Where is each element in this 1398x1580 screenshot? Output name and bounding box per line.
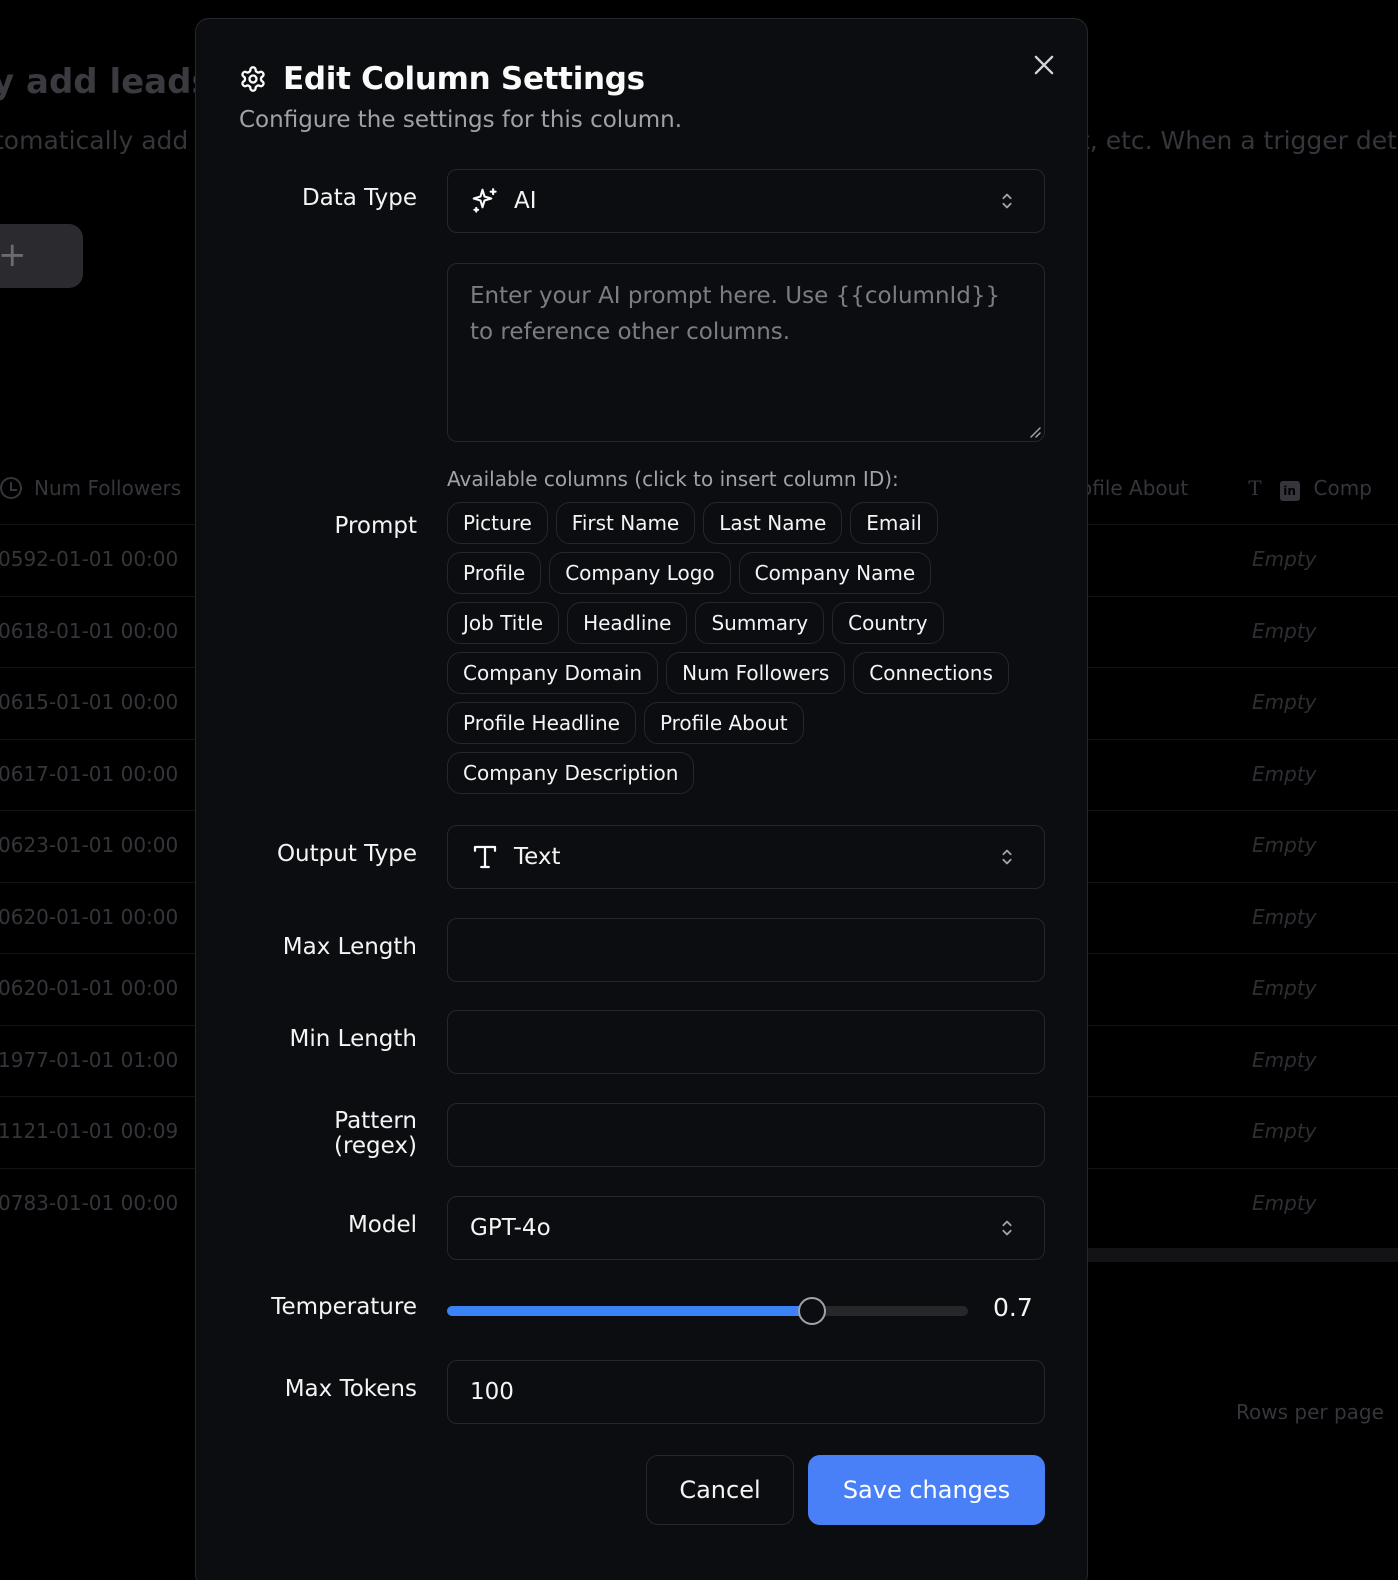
prompt-textarea[interactable]: Enter your AI prompt here. Use {{columnI… bbox=[447, 263, 1045, 442]
column-chip-num-followers[interactable]: Num Followers bbox=[666, 652, 846, 694]
clock-icon bbox=[0, 477, 22, 499]
page-description-right: t, etc. When a trigger det bbox=[1080, 126, 1397, 155]
max-tokens-label: Max Tokens bbox=[284, 1376, 417, 1402]
column-chip-company-name[interactable]: Company Name bbox=[738, 552, 932, 594]
cancel-button[interactable]: Cancel bbox=[646, 1455, 794, 1525]
available-columns-list: Picture First Name Last Name Email Profi… bbox=[447, 502, 1027, 794]
model-select[interactable]: GPT-4o bbox=[447, 1196, 1045, 1260]
dialog-header: Edit Column Settings Configure the setti… bbox=[239, 59, 682, 133]
model-value: GPT-4o bbox=[470, 1215, 551, 1241]
output-type-label: Output Type bbox=[276, 841, 417, 867]
temperature-value: 0.7 bbox=[993, 1293, 1033, 1322]
column-chip-profile[interactable]: Profile bbox=[447, 552, 542, 594]
page-description-left: tomatically add bbox=[0, 126, 189, 155]
page-title: y add leads w bbox=[0, 62, 200, 102]
save-changes-button[interactable]: Save changes bbox=[808, 1455, 1045, 1525]
prompt-placeholder: Enter your AI prompt here. Use {{columnI… bbox=[470, 283, 1001, 345]
add-button: + bbox=[0, 224, 83, 288]
chevrons-up-down-icon bbox=[1002, 193, 1012, 209]
available-columns-label: Available columns (click to insert colum… bbox=[447, 467, 899, 491]
prompt-label: Prompt bbox=[334, 513, 417, 539]
column-chip-picture[interactable]: Picture bbox=[447, 502, 548, 544]
chevrons-up-down-icon bbox=[1002, 849, 1012, 865]
dialog-title: Edit Column Settings bbox=[283, 61, 645, 97]
column-chip-headline[interactable]: Headline bbox=[567, 602, 688, 644]
data-type-value: AI bbox=[514, 188, 537, 214]
output-type-value: Text bbox=[514, 844, 561, 870]
column-chip-email[interactable]: Email bbox=[850, 502, 938, 544]
close-icon bbox=[1034, 55, 1054, 75]
linkedin-icon: in bbox=[1279, 481, 1300, 501]
column-chip-summary[interactable]: Summary bbox=[695, 602, 825, 644]
pattern-input[interactable] bbox=[447, 1103, 1045, 1167]
sparkles-icon bbox=[472, 188, 497, 213]
column-chip-first-name[interactable]: First Name bbox=[555, 502, 696, 544]
max-tokens-input[interactable]: 100 bbox=[447, 1360, 1045, 1424]
column-header-profile-about: ofile About Tin Comp bbox=[1080, 476, 1372, 501]
pattern-label: Pattern (regex) bbox=[333, 1108, 417, 1159]
close-button[interactable] bbox=[1030, 51, 1058, 79]
min-length-input[interactable] bbox=[447, 1010, 1045, 1074]
gear-icon bbox=[241, 66, 265, 92]
chevrons-up-down-icon bbox=[1002, 1220, 1012, 1236]
min-length-label: Min Length bbox=[289, 1026, 417, 1052]
temperature-slider[interactable] bbox=[447, 1297, 968, 1325]
column-chip-company-logo[interactable]: Company Logo bbox=[549, 552, 731, 594]
column-chip-last-name[interactable]: Last Name bbox=[703, 502, 843, 544]
column-chip-profile-headline[interactable]: Profile Headline bbox=[447, 702, 636, 744]
horizontal-scrollbar bbox=[1088, 1248, 1398, 1262]
resize-handle-icon[interactable] bbox=[1027, 424, 1041, 438]
dialog-subtitle: Configure the settings for this column. bbox=[239, 107, 683, 133]
data-type-label: Data Type bbox=[301, 185, 417, 211]
max-length-input[interactable] bbox=[447, 918, 1045, 982]
column-chip-profile-about[interactable]: Profile About bbox=[643, 702, 804, 744]
column-header-num-followers: Num Followers bbox=[0, 476, 200, 500]
text-type-icon bbox=[473, 845, 497, 869]
text-type-icon: T bbox=[1248, 476, 1262, 500]
temperature-label: Temperature bbox=[271, 1294, 417, 1320]
column-chip-company-domain[interactable]: Company Domain bbox=[447, 652, 659, 694]
max-length-label: Max Length bbox=[282, 934, 417, 960]
rows-per-page-label: Rows per page bbox=[1236, 1400, 1384, 1424]
column-chip-country[interactable]: Country bbox=[832, 602, 944, 644]
slider-fill bbox=[447, 1306, 812, 1316]
model-label: Model bbox=[347, 1212, 417, 1238]
data-type-select[interactable]: AI bbox=[447, 169, 1045, 233]
slider-thumb[interactable] bbox=[797, 1297, 826, 1325]
edit-column-dialog: Edit Column Settings Configure the setti… bbox=[195, 18, 1088, 1580]
column-chip-company-description[interactable]: Company Description bbox=[447, 752, 695, 794]
column-chip-connections[interactable]: Connections bbox=[853, 652, 1009, 694]
column-chip-job-title[interactable]: Job Title bbox=[447, 602, 560, 644]
output-type-select[interactable]: Text bbox=[447, 825, 1045, 889]
